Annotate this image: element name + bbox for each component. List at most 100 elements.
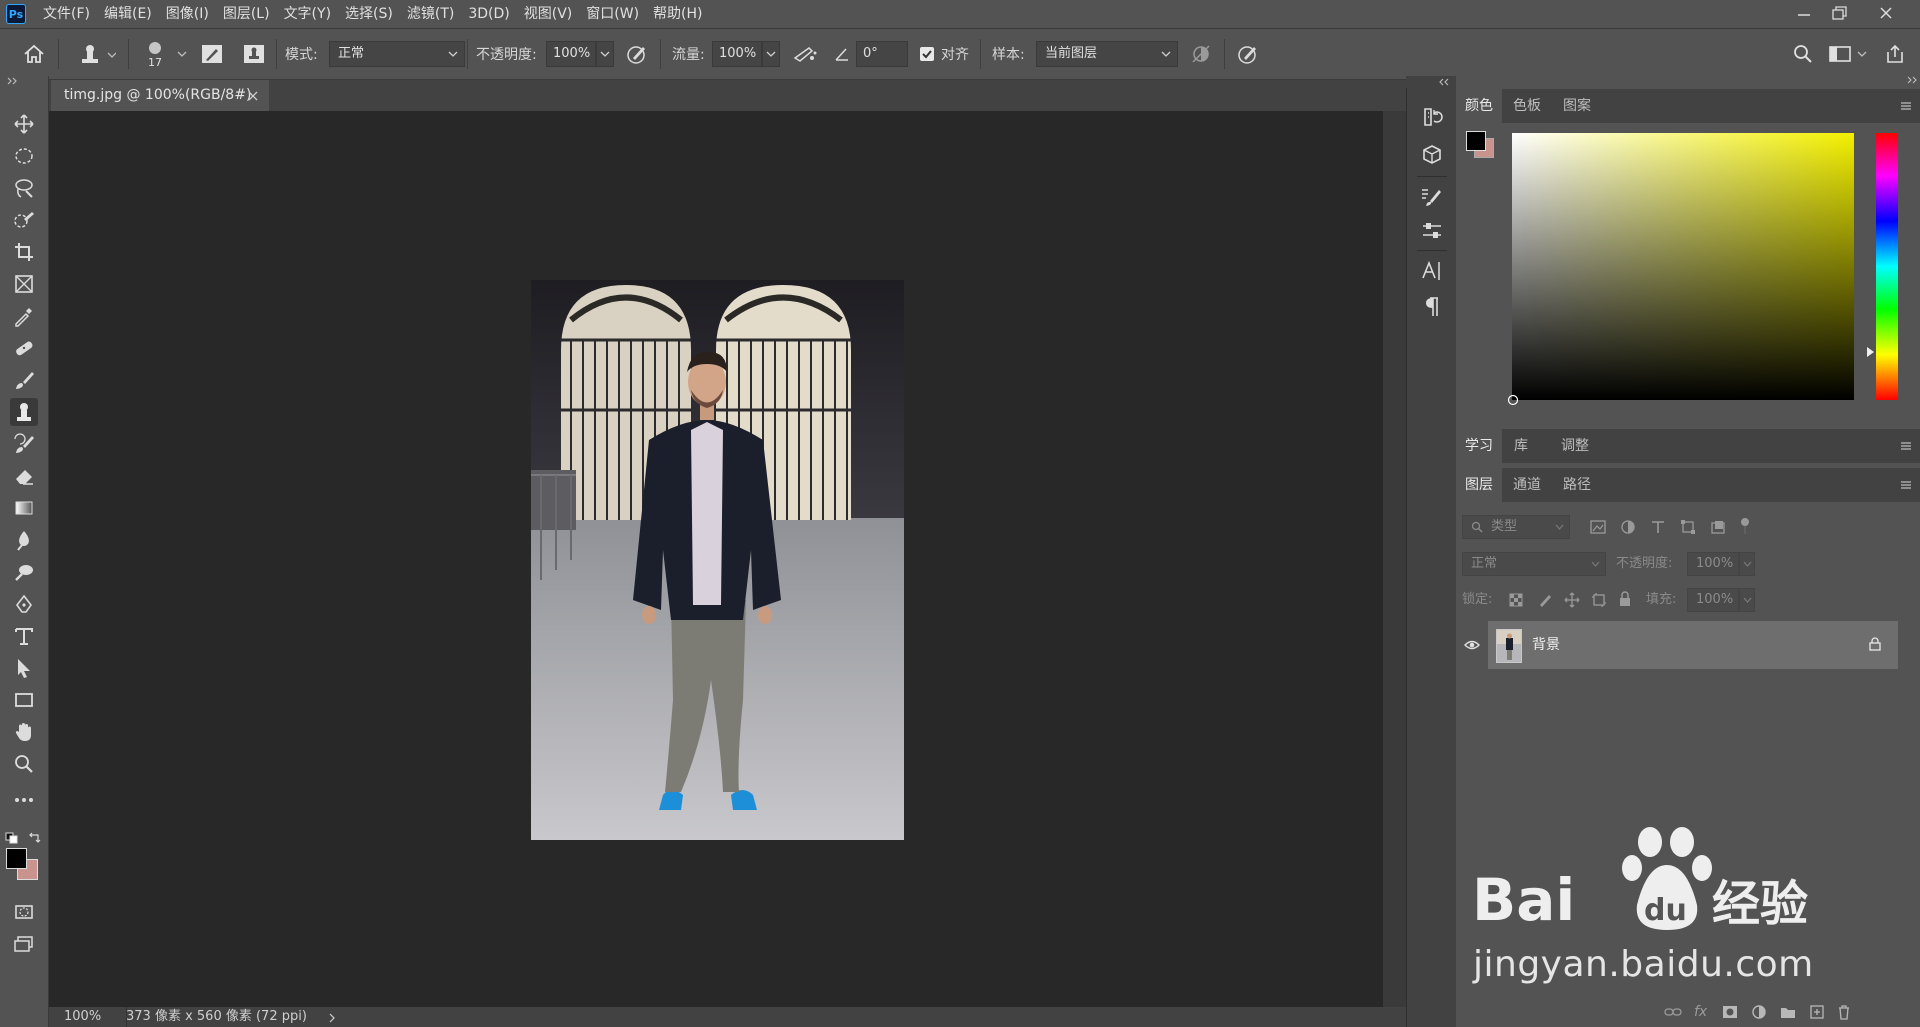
- menu-3d[interactable]: 3D(D): [461, 0, 516, 28]
- minimize-button[interactable]: [1786, 0, 1822, 28]
- brush-settings-icon[interactable]: [200, 29, 224, 79]
- add-mask-icon[interactable]: [1722, 1005, 1738, 1019]
- tab-layers[interactable]: 图层: [1456, 468, 1502, 502]
- paragraph-panel-icon[interactable]: [1419, 294, 1445, 320]
- airbrush-icon[interactable]: [792, 29, 818, 79]
- workspace-switcher-icon[interactable]: [1828, 29, 1868, 79]
- document-tab[interactable]: timg.jpg @ 100%(RGB/8#): [51, 80, 269, 111]
- fill-field[interactable]: 100%: [1687, 588, 1739, 612]
- move-tool-icon[interactable]: [10, 110, 38, 138]
- flow-dropdown[interactable]: [762, 41, 780, 67]
- history-panel-icon[interactable]: [1419, 104, 1445, 130]
- share-icon[interactable]: [1884, 29, 1906, 79]
- blur-icon[interactable]: [10, 526, 38, 554]
- link-layers-icon[interactable]: [1664, 1006, 1682, 1018]
- filter-adjustment-layers-icon[interactable]: [1620, 519, 1636, 535]
- opacity-dropdown[interactable]: [596, 41, 614, 67]
- collapse-dock-icon[interactable]: [1906, 76, 1918, 86]
- layer-visibility-toggle[interactable]: [1456, 621, 1488, 669]
- search-icon[interactable]: [1792, 29, 1814, 79]
- layer-opacity-dropdown[interactable]: [1739, 552, 1755, 576]
- character-panel-icon[interactable]: [1419, 258, 1445, 284]
- color-saturation-field[interactable]: [1512, 133, 1854, 400]
- menu-type[interactable]: 文字(Y): [277, 0, 338, 28]
- panel-foreground-swatch[interactable]: [1466, 131, 1486, 151]
- zoom-icon[interactable]: [10, 750, 38, 778]
- aligned-checkbox[interactable]: 对齐: [919, 29, 969, 79]
- properties-panel-icon[interactable]: [1419, 218, 1445, 244]
- fill-dropdown[interactable]: [1739, 588, 1755, 612]
- quick-mask-icon[interactable]: [10, 898, 38, 926]
- filter-shape-layers-icon[interactable]: [1680, 519, 1696, 535]
- new-layer-icon[interactable]: [1809, 1004, 1825, 1020]
- 3d-panel-icon[interactable]: [1419, 142, 1445, 168]
- menu-image[interactable]: 图像(I): [159, 0, 216, 28]
- more-tools-icon[interactable]: [10, 786, 38, 814]
- menu-select[interactable]: 选择(S): [338, 0, 400, 28]
- collapse-panels-icon[interactable]: [1438, 78, 1450, 86]
- brush-presets-icon[interactable]: [1419, 184, 1445, 210]
- tab-paths[interactable]: 路径: [1552, 468, 1602, 502]
- tab-libraries[interactable]: 库: [1502, 429, 1540, 463]
- brush-picker-chevron-icon[interactable]: [176, 29, 188, 79]
- tab-channels[interactable]: 通道: [1502, 468, 1552, 502]
- panel-menu-icon[interactable]: [1900, 480, 1912, 490]
- lock-position-icon[interactable]: [1564, 592, 1580, 608]
- filter-smart-objects-icon[interactable]: [1710, 519, 1726, 535]
- tab-patterns[interactable]: 图案: [1552, 89, 1602, 123]
- zoom-level[interactable]: 100%: [64, 1007, 101, 1027]
- filter-toggle-icon[interactable]: [1739, 517, 1751, 535]
- close-button[interactable]: [1868, 0, 1904, 28]
- layer-filter-dropdown[interactable]: 类型: [1462, 515, 1570, 539]
- crop-icon[interactable]: [10, 238, 38, 266]
- panel-menu-icon[interactable]: [1900, 441, 1912, 451]
- type-icon[interactable]: [10, 622, 38, 650]
- flow-field[interactable]: 100%: [712, 41, 762, 67]
- canvas-vertical-scrollbar[interactable]: [1383, 111, 1406, 1007]
- gradient-icon[interactable]: [10, 494, 38, 522]
- lock-all-icon[interactable]: [1618, 591, 1632, 607]
- menu-window[interactable]: 窗口(W): [579, 0, 646, 28]
- path-selection-icon[interactable]: [10, 654, 38, 682]
- frame-icon[interactable]: [10, 270, 38, 298]
- menu-help[interactable]: 帮助(H): [646, 0, 709, 28]
- menu-file[interactable]: 文件(F): [36, 0, 97, 28]
- filter-pixel-layers-icon[interactable]: [1590, 520, 1606, 534]
- layer-row[interactable]: 背景: [1488, 621, 1898, 669]
- swap-colors-icon[interactable]: [28, 832, 42, 844]
- brush-icon[interactable]: [10, 366, 38, 394]
- document-info[interactable]: 373 像素 x 560 像素 (72 ppi): [126, 1007, 307, 1027]
- foreground-color-swatch[interactable]: [6, 848, 27, 869]
- sample-dropdown[interactable]: 当前图层: [1036, 41, 1178, 67]
- tab-adjustments[interactable]: 调整: [1550, 429, 1600, 463]
- restore-button[interactable]: [1822, 0, 1858, 28]
- eraser-icon[interactable]: [10, 462, 38, 490]
- mode-dropdown[interactable]: 正常: [329, 41, 465, 67]
- lock-artboard-icon[interactable]: [1591, 592, 1607, 608]
- tab-swatches[interactable]: 色板: [1502, 89, 1552, 123]
- delete-layer-icon[interactable]: [1837, 1004, 1851, 1020]
- menu-filter[interactable]: 滤镜(T): [400, 0, 461, 28]
- panel-menu-icon[interactable]: [1900, 101, 1912, 111]
- chevron-right-icon[interactable]: [328, 1013, 336, 1023]
- brush-size-picker[interactable]: 17: [145, 29, 165, 79]
- tab-color[interactable]: 颜色: [1456, 89, 1502, 123]
- hue-slider[interactable]: [1876, 133, 1898, 400]
- home-icon[interactable]: [22, 29, 46, 79]
- new-group-icon[interactable]: [1780, 1005, 1796, 1019]
- menu-view[interactable]: 视图(V): [517, 0, 580, 28]
- lock-image-pixels-icon[interactable]: [1537, 592, 1553, 608]
- elliptical-marquee-icon[interactable]: [10, 142, 38, 170]
- pen-icon[interactable]: [10, 590, 38, 618]
- hue-slider-handle[interactable]: [1866, 346, 1876, 358]
- color-picker-handle[interactable]: [1507, 394, 1519, 406]
- quick-selection-icon[interactable]: [10, 206, 38, 234]
- opacity-field[interactable]: 100%: [546, 41, 596, 67]
- clone-stamp-icon[interactable]: [10, 398, 38, 426]
- healing-brush-icon[interactable]: [10, 334, 38, 362]
- pressure-opacity-icon[interactable]: [625, 29, 649, 79]
- hand-icon[interactable]: [10, 718, 38, 746]
- clone-source-icon[interactable]: [242, 29, 266, 79]
- menu-layer[interactable]: 图层(L): [216, 0, 277, 28]
- default-colors-icon[interactable]: [5, 832, 19, 844]
